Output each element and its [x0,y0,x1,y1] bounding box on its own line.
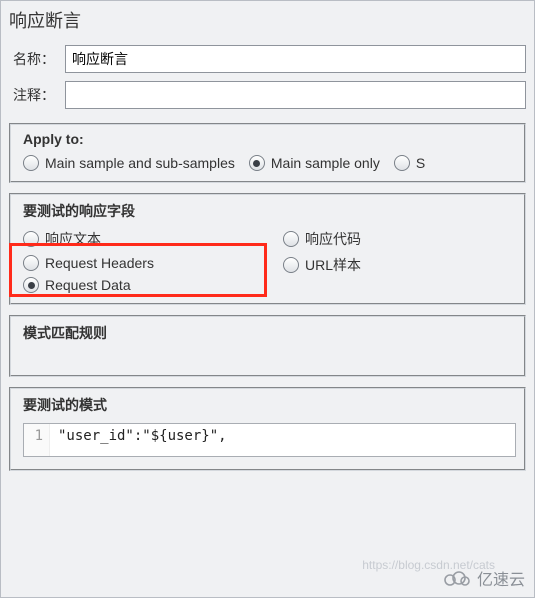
radio-label: S [416,155,425,171]
pattern-code-area[interactable]: 1 "user_id":"${user}", [23,423,516,457]
comment-label: 注释： [13,85,65,105]
comment-input[interactable] [65,81,526,109]
match-rules-section: 模式匹配规则 [9,315,526,377]
radio-icon [23,277,39,293]
radio-main-only[interactable]: Main sample only [249,155,380,171]
test-pattern-section: 要测试的模式 1 "user_id":"${user}", [9,387,526,471]
name-row: 名称： [1,41,534,77]
pattern-text: "user_id":"${user}", [50,424,233,456]
name-input[interactable] [65,45,526,73]
radio-icon [283,231,299,247]
radio-icon [394,155,410,171]
radio-label: Main sample only [271,155,380,171]
radio-icon [283,257,299,273]
radio-label: Request Data [45,277,131,293]
radio-sub-only[interactable]: S [394,155,425,171]
test-pattern-label: 要测试的模式 [23,395,516,415]
comment-row: 注释： [1,77,534,113]
name-label: 名称： [13,49,65,69]
radio-response-code[interactable]: 响应代码 [283,229,361,249]
radio-request-headers[interactable]: Request Headers [23,255,253,271]
panel-title: 响应断言 [1,1,534,41]
radio-label: 响应代码 [305,229,361,249]
apply-to-section: Apply to: Main sample and sub-samples Ma… [9,123,526,183]
response-field-label: 要测试的响应字段 [23,201,516,221]
match-rules-label: 模式匹配规则 [23,323,516,343]
radio-icon [249,155,265,171]
radio-label: Main sample and sub-samples [45,155,235,171]
radio-icon [23,255,39,271]
radio-icon [23,231,39,247]
radio-label: 响应文本 [45,229,101,249]
response-field-section: 要测试的响应字段 响应文本 Request Headers Request Da… [9,193,526,305]
radio-label: Request Headers [45,255,154,271]
radio-icon [23,155,39,171]
line-number: 1 [24,424,50,456]
radio-label: URL样本 [305,255,361,275]
radio-url-sample[interactable]: URL样本 [283,255,361,275]
radio-request-data[interactable]: Request Data [23,277,253,293]
radio-main-and-sub[interactable]: Main sample and sub-samples [23,155,235,171]
apply-to-options: Main sample and sub-samples Main sample … [23,155,516,171]
apply-to-label: Apply to: [23,131,516,147]
assertion-panel: 响应断言 名称： 注释： Apply to: Main sample and s… [0,0,535,598]
radio-response-text[interactable]: 响应文本 [23,229,253,249]
